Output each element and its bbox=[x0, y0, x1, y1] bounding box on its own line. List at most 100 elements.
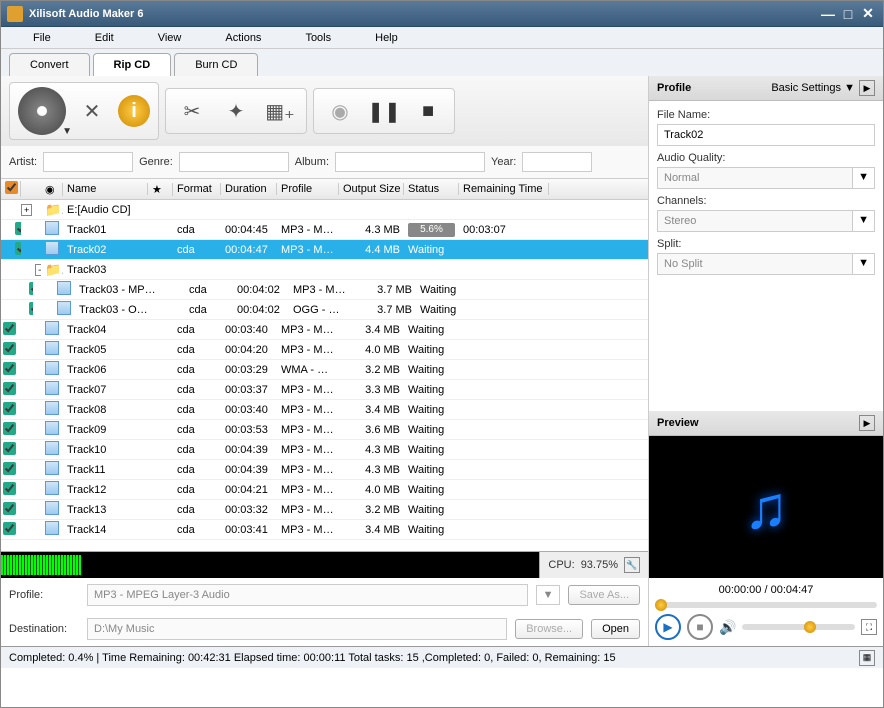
track-row[interactable]: Track11cda00:04:39MP3 - MP...4.3 MBWaiti… bbox=[1, 460, 648, 480]
channels-select[interactable] bbox=[657, 210, 853, 232]
row-checkbox[interactable] bbox=[3, 462, 16, 475]
track-row[interactable]: Track07cda00:03:37MP3 - MP...3.3 MBWaiti… bbox=[1, 380, 648, 400]
col-profile[interactable]: Profile bbox=[277, 183, 339, 195]
quality-select[interactable] bbox=[657, 167, 853, 189]
row-checkbox[interactable] bbox=[3, 522, 16, 535]
folder-icon: 📁 bbox=[45, 202, 63, 217]
menu-actions[interactable]: Actions bbox=[203, 32, 283, 44]
col-format[interactable]: Format bbox=[173, 183, 221, 195]
expand-icon[interactable]: + bbox=[21, 204, 32, 216]
row-checkbox[interactable] bbox=[3, 502, 16, 515]
tab-rip-cd[interactable]: Rip CD bbox=[93, 53, 172, 76]
row-checkbox[interactable] bbox=[3, 442, 16, 455]
track-row[interactable]: Track02cda00:04:47MP3 - MP...4.4 MBWaiti… bbox=[1, 240, 648, 260]
tab-burn-cd[interactable]: Burn CD bbox=[174, 53, 258, 76]
profile-select[interactable] bbox=[87, 584, 528, 606]
track-profile: MP3 - MP... bbox=[277, 224, 339, 236]
cut-icon[interactable]: ✂ bbox=[174, 93, 210, 129]
profile-label: Profile: bbox=[9, 589, 79, 601]
seek-slider[interactable] bbox=[655, 602, 877, 608]
track-row[interactable]: Track03 - MP3...cda00:04:02MP3 - MP...3.… bbox=[1, 280, 648, 300]
close-button[interactable]: ✕ bbox=[859, 6, 877, 22]
collapse-right-icon[interactable]: ▶ bbox=[859, 415, 875, 431]
col-name[interactable]: Name bbox=[63, 183, 148, 195]
chevron-down-icon[interactable]: ▼ bbox=[853, 210, 875, 232]
info-button[interactable]: i bbox=[118, 95, 150, 127]
group-row[interactable]: +📁E:[Audio CD] bbox=[1, 200, 648, 220]
track-grid[interactable]: +📁E:[Audio CD]Track01cda00:04:45MP3 - MP… bbox=[1, 200, 648, 551]
destination-input[interactable] bbox=[87, 618, 507, 640]
basic-settings-dropdown[interactable]: Basic Settings ▼ bbox=[771, 82, 855, 94]
row-checkbox[interactable] bbox=[29, 302, 33, 315]
track-row[interactable]: Track14cda00:03:41MP3 - MP...3.4 MBWaiti… bbox=[1, 520, 648, 540]
browse-button[interactable]: Browse... bbox=[515, 619, 583, 639]
menu-edit[interactable]: Edit bbox=[73, 32, 136, 44]
track-row[interactable]: Track06cda00:03:29WMA - Wi...3.2 MBWaiti… bbox=[1, 360, 648, 380]
wrench-icon[interactable]: 🔧 bbox=[624, 557, 640, 573]
row-checkbox[interactable] bbox=[3, 382, 16, 395]
row-checkbox[interactable] bbox=[3, 482, 16, 495]
track-row[interactable]: Track10cda00:04:39MP3 - MP...4.3 MBWaiti… bbox=[1, 440, 648, 460]
checkall[interactable] bbox=[1, 181, 21, 197]
track-row[interactable]: Track08cda00:03:40MP3 - MP...3.4 MBWaiti… bbox=[1, 400, 648, 420]
stop-preview-button[interactable]: ■ bbox=[687, 614, 713, 640]
menu-help[interactable]: Help bbox=[353, 32, 420, 44]
play-button[interactable]: ▶ bbox=[655, 614, 681, 640]
col-duration[interactable]: Duration bbox=[221, 183, 277, 195]
star-icon[interactable]: ✦ bbox=[218, 93, 254, 129]
row-checkbox[interactable] bbox=[3, 322, 16, 335]
artist-input[interactable] bbox=[43, 152, 133, 172]
menu-tools[interactable]: Tools bbox=[283, 32, 353, 44]
row-checkbox[interactable] bbox=[3, 422, 16, 435]
row-checkbox[interactable] bbox=[15, 222, 21, 235]
col-status[interactable]: Status bbox=[404, 183, 459, 195]
tab-convert[interactable]: Convert bbox=[9, 53, 90, 76]
track-duration: 00:04:47 bbox=[221, 244, 277, 256]
year-input[interactable] bbox=[522, 152, 592, 172]
star-icon[interactable]: ★ bbox=[148, 183, 173, 196]
track-row[interactable]: Track12cda00:04:21MP3 - MP...4.0 MBWaiti… bbox=[1, 480, 648, 500]
maximize-button[interactable]: □ bbox=[839, 6, 857, 22]
track-status: Waiting bbox=[404, 244, 459, 256]
collapse-right-icon[interactable]: ▶ bbox=[859, 80, 875, 96]
row-checkbox[interactable] bbox=[15, 242, 21, 255]
pause-button[interactable]: ❚❚ bbox=[366, 93, 402, 129]
track-row[interactable]: Track01cda00:04:45MP3 - MP...4.3 MB5.6%0… bbox=[1, 220, 648, 240]
row-checkbox[interactable] bbox=[29, 282, 33, 295]
menu-file[interactable]: File bbox=[11, 32, 73, 44]
profile-dropdown-icon[interactable]: ▼ bbox=[536, 585, 561, 605]
film-add-icon[interactable]: ▦₊ bbox=[262, 93, 298, 129]
track-row[interactable]: Track04cda00:03:40MP3 - MP...3.4 MBWaiti… bbox=[1, 320, 648, 340]
open-button[interactable]: Open bbox=[591, 619, 640, 639]
row-checkbox[interactable] bbox=[3, 342, 16, 355]
group-row[interactable]: −📁Track03 bbox=[1, 260, 648, 280]
track-size: 3.4 MB bbox=[339, 324, 404, 336]
volume-icon[interactable]: 🔊 bbox=[719, 619, 736, 636]
volume-slider[interactable] bbox=[742, 624, 855, 630]
statusbar-button[interactable]: ▦ bbox=[859, 650, 875, 666]
menu-view[interactable]: View bbox=[136, 32, 204, 44]
chevron-down-icon[interactable]: ▼ bbox=[853, 253, 875, 275]
row-checkbox[interactable] bbox=[3, 402, 16, 415]
split-select[interactable] bbox=[657, 253, 853, 275]
filename-input[interactable] bbox=[657, 124, 875, 146]
chevron-down-icon[interactable]: ▼ bbox=[853, 167, 875, 189]
stop-button[interactable]: ■ bbox=[410, 93, 446, 129]
genre-input[interactable] bbox=[179, 152, 289, 172]
track-duration: 00:03:29 bbox=[221, 364, 277, 376]
snapshot-icon[interactable]: ⛶ bbox=[861, 619, 877, 635]
col-remaining[interactable]: Remaining Time bbox=[459, 183, 549, 195]
track-row[interactable]: Track03 - OGG...cda00:04:02OGG - Og...3.… bbox=[1, 300, 648, 320]
row-checkbox[interactable] bbox=[3, 362, 16, 375]
track-row[interactable]: Track13cda00:03:32MP3 - MP...3.2 MBWaiti… bbox=[1, 500, 648, 520]
album-input[interactable] bbox=[335, 152, 485, 172]
col-icon-icon[interactable]: ◉ bbox=[41, 183, 63, 196]
delete-button[interactable]: ✕ bbox=[74, 93, 110, 129]
record-button[interactable]: ◉ bbox=[322, 93, 358, 129]
track-row[interactable]: Track05cda00:04:20MP3 - MP...4.0 MBWaiti… bbox=[1, 340, 648, 360]
col-outsize[interactable]: Output Size bbox=[339, 183, 404, 195]
minimize-button[interactable]: — bbox=[819, 6, 837, 22]
save-as-button[interactable]: Save As... bbox=[568, 585, 640, 605]
disc-button[interactable]: ▼ bbox=[18, 87, 66, 135]
track-row[interactable]: Track09cda00:03:53MP3 - MP...3.6 MBWaiti… bbox=[1, 420, 648, 440]
